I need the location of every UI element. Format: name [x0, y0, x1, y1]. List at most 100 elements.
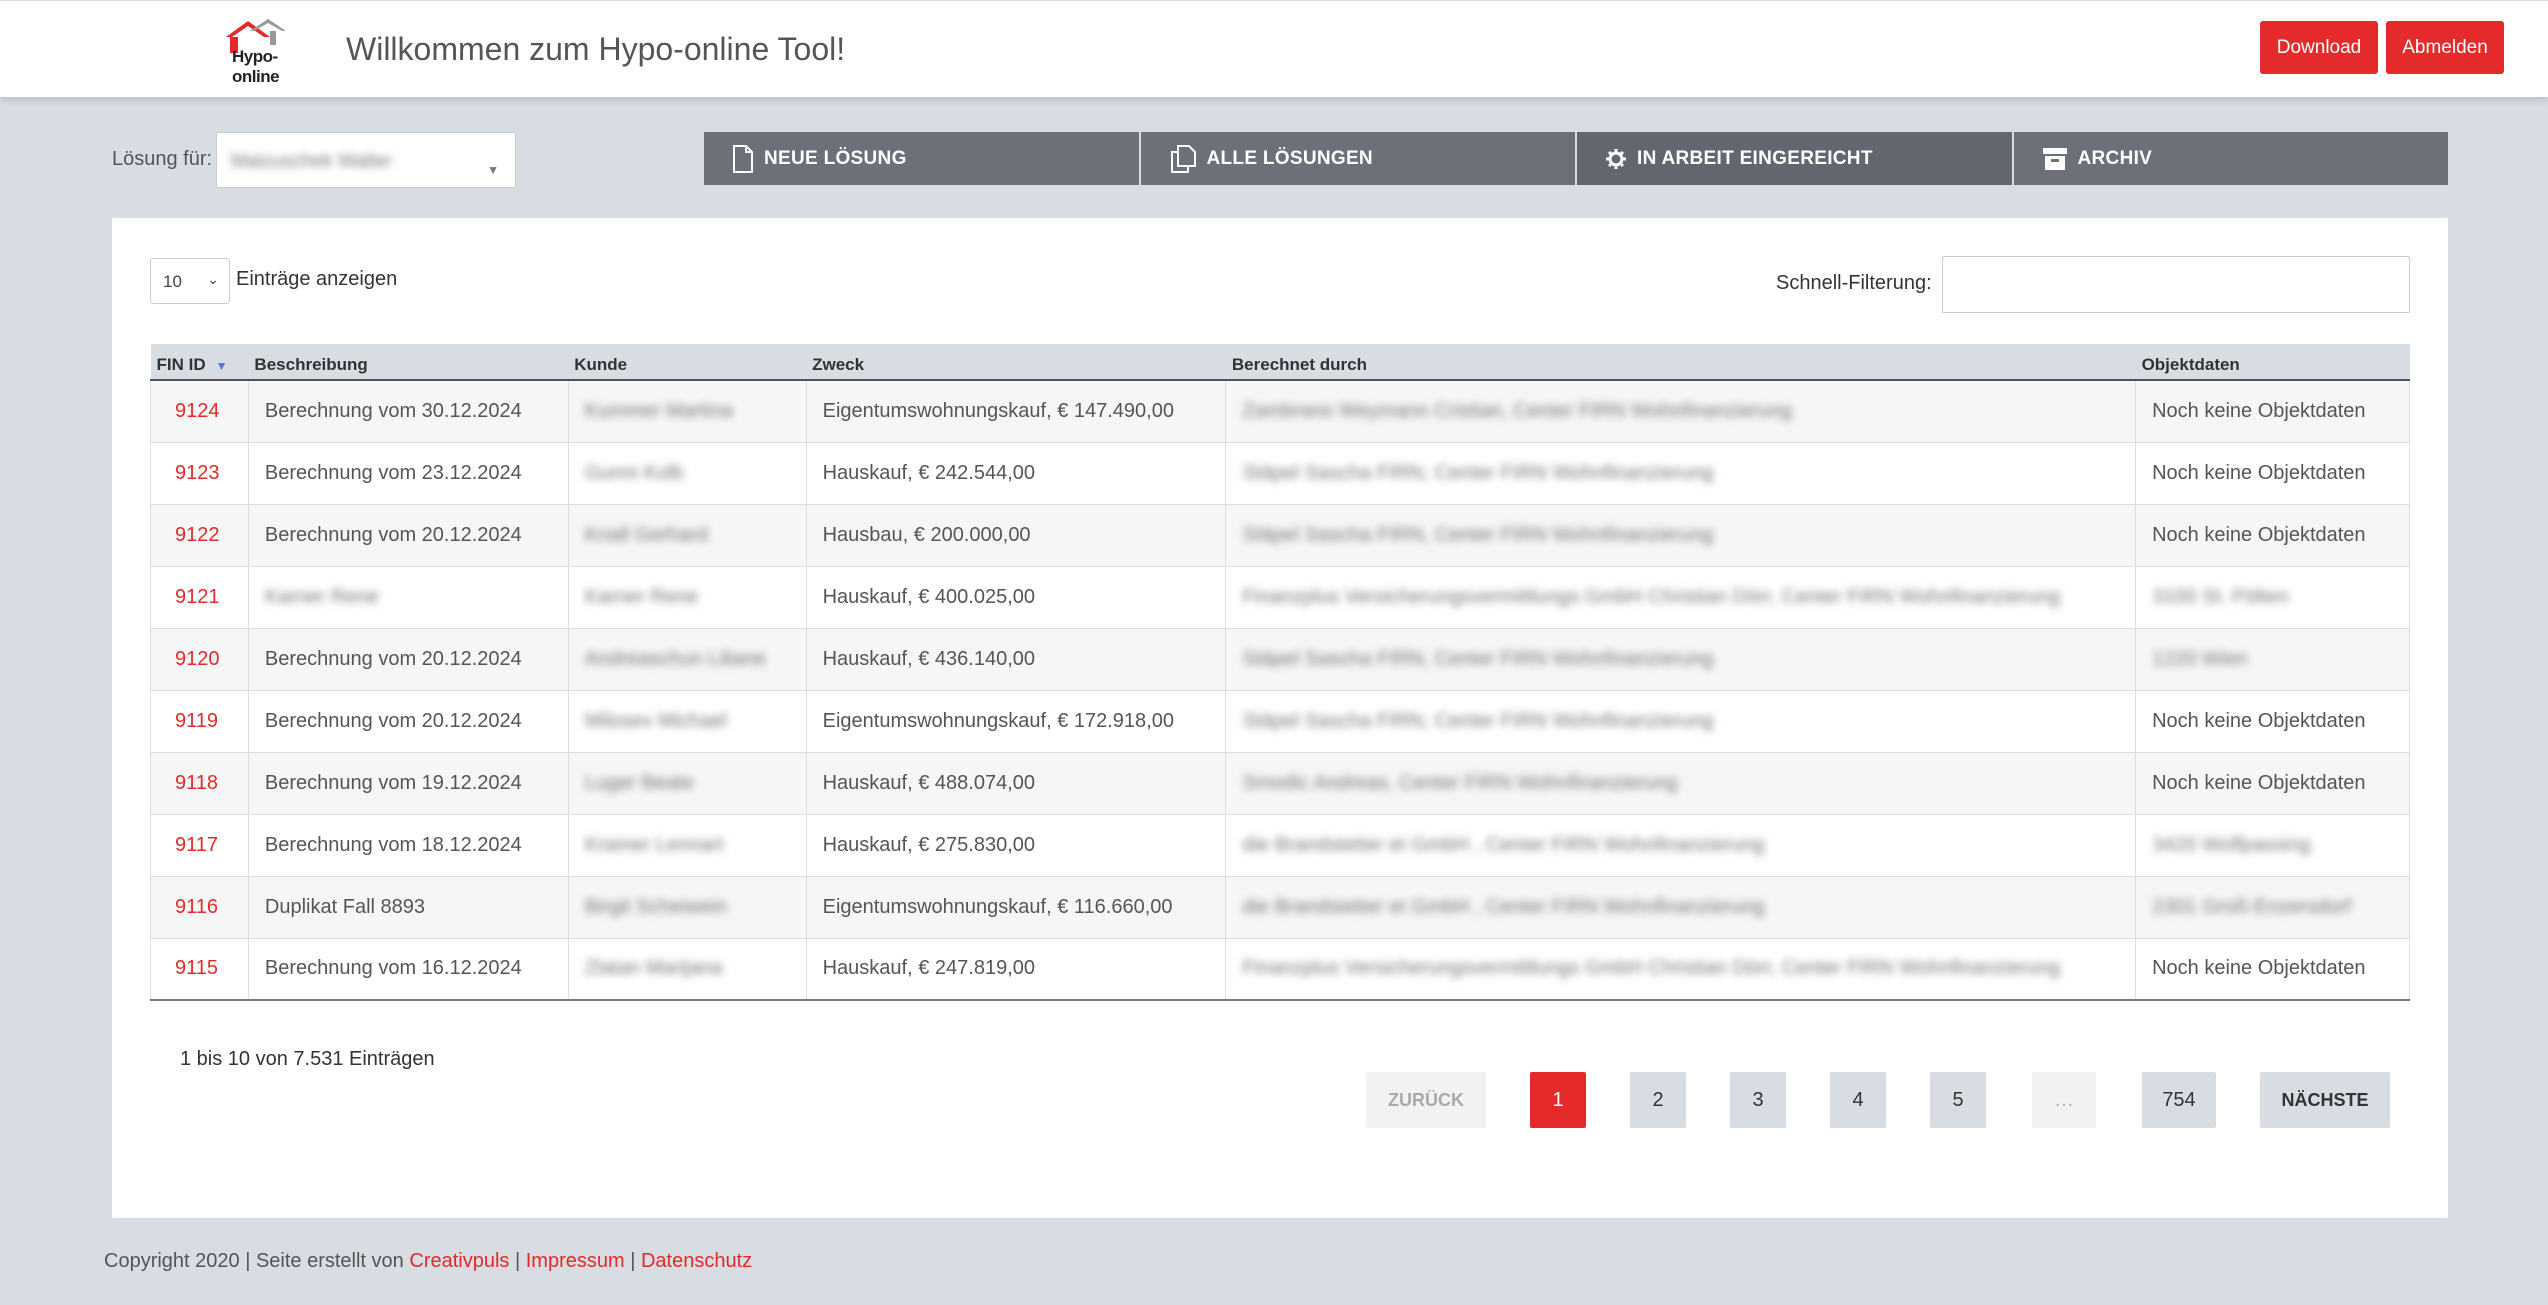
column-header-calculated-by[interactable]: Berechnet durch	[1225, 344, 2136, 381]
download-button[interactable]: Download	[2260, 21, 2378, 74]
cell-purpose: Hauskauf, € 488.074,00	[806, 752, 1227, 815]
cell-fin-id[interactable]: 9124	[150, 380, 249, 443]
cell-description-text: Berechnung vom 30.12.2024	[264, 399, 522, 422]
pagination-page-4[interactable]: 4	[1830, 1072, 1886, 1128]
column-header-description[interactable]: Beschreibung	[248, 344, 569, 381]
cell-fin-id-text: 9118	[175, 771, 219, 794]
cell-description-text: Berechnung vom 23.12.2024	[264, 461, 522, 484]
cell-customer: Kummer Martina	[568, 380, 807, 443]
cell-description-text: Berechnung vom 20.12.2024	[264, 647, 522, 670]
column-header-customer[interactable]: Kunde	[568, 344, 807, 381]
table-row[interactable]: 9117 Berechnung vom 18.12.2024 Kramer Lenn…	[150, 814, 2410, 877]
cell-fin-id-text: 9120	[175, 647, 220, 670]
cell-customer-text: Milosev Michael	[584, 709, 728, 732]
table-row[interactable]: 9115 Berechnung vom 16.12.2024 Zlatan Mari…	[150, 938, 2410, 1001]
cell-object-data-text: Noch keine Objektdaten	[2152, 523, 2366, 546]
cell-fin-id-text: 9121	[175, 585, 220, 608]
cell-calculated-by: Zambrano Weymann Cristian, Center FIRN W…	[1225, 380, 2137, 443]
cell-object-data-text: Noch keine Objektdaten	[2152, 771, 2366, 794]
footer-copyright: Copyright 2020 | Seite erstellt von	[104, 1250, 410, 1272]
cell-purpose: Hauskauf, € 275.830,00	[806, 814, 1227, 877]
table-row[interactable]: 9122 Berechnung vom 20.12.2024 Knall Gerha…	[150, 504, 2410, 567]
table-row[interactable]: 9124 Berechnung vom 30.12.2024 Kummer Mart…	[150, 380, 2410, 443]
tab-bar: NEUE LÖSUNG ALLE LÖSUNGEN IN ARBEIT EING…	[704, 132, 2448, 185]
solutions-table: FIN ID ▼ Beschreibung Kunde Zweck Berechn…	[150, 344, 2410, 1001]
cell-calculated-by: Stäpel Sascha FIRN, Center FIRN Wohnfina…	[1225, 628, 2137, 691]
cell-fin-id[interactable]: 9115	[150, 938, 249, 1001]
cell-fin-id[interactable]: 9119	[150, 690, 249, 753]
cell-fin-id[interactable]: 9117	[150, 814, 249, 877]
solution-select[interactable]: Matzuschek Walter ▼	[216, 132, 516, 188]
pagination-prev-button[interactable]: ZURÜCK	[1366, 1072, 1486, 1128]
sort-desc-icon: ▼	[215, 358, 228, 373]
footer-link-creativpuls[interactable]: Creativpuls	[409, 1250, 509, 1272]
table-row[interactable]: 9118 Berechnung vom 19.12.2024 Luger Beate…	[150, 752, 2410, 815]
copy-icon	[1170, 144, 1196, 173]
table-row[interactable]: 9116 Duplikat Fall 8893 Birgit Scheiwein Ei…	[150, 876, 2410, 939]
column-header-purpose[interactable]: Zweck	[806, 344, 1226, 381]
cell-fin-id[interactable]: 9118	[150, 752, 249, 815]
cell-fin-id[interactable]: 9120	[150, 628, 249, 691]
quick-filter-input[interactable]	[1942, 256, 2410, 313]
footer-link-datenschutz[interactable]: Datenschutz	[641, 1250, 752, 1272]
table-row[interactable]: 9120 Berechnung vom 20.12.2024 Andreaschun…	[150, 628, 2410, 691]
tab-in-progress[interactable]: IN ARBEIT EINGEREICHT	[1577, 132, 2012, 185]
cell-fin-id[interactable]: 9121	[150, 566, 249, 629]
logo[interactable]: Hypo-online	[220, 17, 312, 86]
tab-archive[interactable]: ARCHIV	[2013, 132, 2448, 185]
cell-calculated-by: die Brandstetter et GmbH , Center FIRN W…	[1225, 814, 2137, 877]
cell-fin-id[interactable]: 9116	[150, 876, 249, 939]
cell-fin-id-text: 9122	[175, 523, 220, 546]
cell-purpose-text: Hauskauf, € 275.830,00	[822, 833, 1035, 856]
logo-text: Hypo-online	[232, 47, 280, 86]
pagination-next-button[interactable]: NÄCHSTE	[2260, 1072, 2390, 1128]
pagination-page-2[interactable]: 2	[1630, 1072, 1686, 1128]
cell-description: Berechnung vom 23.12.2024	[248, 442, 569, 505]
pagination-page-1[interactable]: 1	[1530, 1072, 1586, 1128]
tab-all-solutions[interactable]: ALLE LÖSUNGEN	[1140, 132, 1575, 185]
caret-down-icon: ▼	[487, 163, 499, 177]
cell-purpose: Hauskauf, € 242.544,00	[806, 442, 1227, 505]
cell-fin-id[interactable]: 9122	[150, 504, 249, 567]
cell-purpose: Hauskauf, € 247.819,00	[806, 938, 1227, 1001]
table-info: 1 bis 10 von 7.531 Einträgen	[180, 1048, 435, 1070]
tab-new-solution[interactable]: NEUE LÖSUNG	[704, 132, 1139, 185]
cell-description: Karner Rene	[248, 566, 569, 629]
cell-calculated-by-text: Stäpel Sascha FIRN, Center FIRN Wohnfina…	[1242, 709, 1714, 732]
cell-customer: Zlatan Marijana	[568, 938, 807, 1001]
cell-description: Berechnung vom 20.12.2024	[248, 628, 569, 691]
footer-separator: |	[624, 1250, 641, 1272]
cell-calculated-by-text: Finanzplus Versicherungsvermittlungs Gmb…	[1242, 957, 2061, 980]
cell-description: Berechnung vom 19.12.2024	[248, 752, 569, 815]
content-panel: 10 ⌄ Einträge anzeigen Schnell-Filterung…	[112, 218, 2448, 1218]
cell-purpose: Eigentumswohnungskauf, € 116.660,00	[806, 876, 1227, 939]
pagination-page-3[interactable]: 3	[1730, 1072, 1786, 1128]
cell-fin-id-text: 9117	[175, 833, 219, 856]
cell-calculated-by: Finanzplus Versicherungsvermittlungs Gmb…	[1225, 938, 2137, 1001]
cell-fin-id-text: 9116	[175, 895, 219, 918]
pagination-page-5[interactable]: 5	[1930, 1072, 1986, 1128]
table-row[interactable]: 9121 Karner Rene Karner Rene Hauskauf, € 40…	[150, 566, 2410, 629]
cell-calculated-by: Finanzplus Versicherungsvermittlungs Gmb…	[1225, 566, 2137, 629]
cell-fin-id[interactable]: 9123	[150, 442, 249, 505]
cell-calculated-by-text: Stäpel Sascha FIRN, Center FIRN Wohnfina…	[1242, 647, 1714, 670]
gear-icon	[1606, 148, 1626, 169]
cell-description: Duplikat Fall 8893	[248, 876, 569, 939]
document-icon	[733, 144, 753, 173]
column-header-fin-id[interactable]: FIN ID ▼	[150, 344, 249, 381]
entries-length-select[interactable]: 10 ⌄	[150, 258, 230, 304]
cell-customer-text: Birgit Scheiwein	[584, 895, 728, 918]
logout-button[interactable]: Abmelden	[2386, 21, 2504, 74]
table-row[interactable]: 9123 Berechnung vom 23.12.2024 Gunni Kolb H…	[150, 442, 2410, 505]
pagination-page-last[interactable]: 754	[2142, 1072, 2216, 1128]
cell-object-data: 2301 Groß-Enzersdorf	[2135, 876, 2410, 939]
cell-calculated-by-text: die Brandstetter et GmbH , Center FIRN W…	[1242, 895, 1765, 918]
tab-label: ALLE LÖSUNGEN	[1206, 147, 1373, 169]
cell-fin-id-text: 9123	[175, 461, 220, 484]
cell-customer: Birgit Scheiwein	[568, 876, 807, 939]
cell-calculated-by: die Brandstetter et GmbH , Center FIRN W…	[1225, 876, 2137, 939]
cell-customer: Kramer Lennart	[568, 814, 807, 877]
footer-link-impressum[interactable]: Impressum	[526, 1250, 625, 1272]
column-header-object-data[interactable]: Objektdaten	[2135, 344, 2410, 381]
table-row[interactable]: 9119 Berechnung vom 20.12.2024 Milosev Mic…	[150, 690, 2410, 753]
